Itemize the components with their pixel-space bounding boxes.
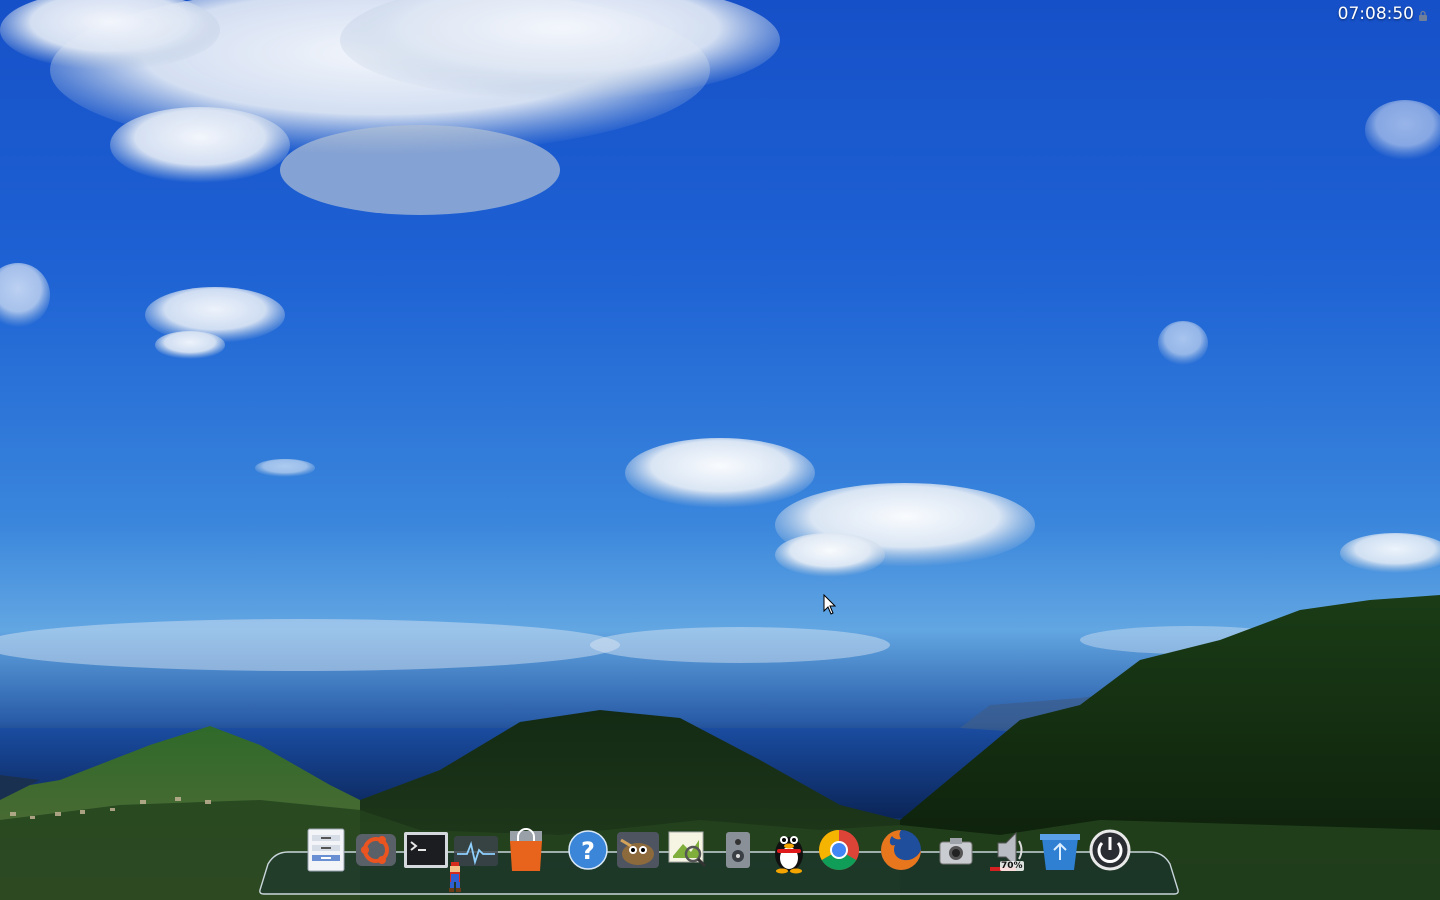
terminal-icon [404, 832, 448, 868]
chrome-icon [819, 830, 859, 870]
help-icon: ? [568, 830, 608, 870]
dock-ubuntu-software[interactable] [353, 826, 399, 874]
cloud-center [625, 438, 1035, 577]
desktop: 07:08:50 ? 70% [0, 0, 1440, 900]
speaker-box-icon [726, 832, 750, 868]
dock-screenshot[interactable] [933, 826, 979, 874]
mouse-cursor-icon [823, 594, 837, 615]
camera-icon [939, 838, 973, 865]
ubuntu-logo-icon [356, 834, 396, 866]
dock-image-viewer[interactable] [665, 826, 711, 874]
mario-sprite-icon [449, 862, 461, 892]
dock-trash[interactable] [1037, 826, 1083, 874]
wallpaper [0, 0, 1440, 900]
gimp-icon [617, 832, 659, 868]
dock-qq[interactable] [766, 826, 812, 874]
power-icon [1089, 829, 1131, 871]
dock-gimp[interactable] [615, 826, 661, 874]
shopping-bag-icon [510, 828, 542, 871]
cloud-large [0, 0, 780, 215]
dock-shutdown[interactable] [1087, 826, 1133, 874]
filing-cabinet-icon [307, 828, 345, 872]
firefox-icon [881, 830, 921, 870]
cloud-left [145, 287, 285, 359]
svg-text:?: ? [581, 837, 595, 865]
dock-terminal[interactable] [403, 826, 449, 874]
clock: 07:08:50 [1337, 4, 1414, 24]
recycle-bin-icon [1040, 834, 1080, 870]
dock-chrome[interactable] [816, 826, 862, 874]
image-viewer-icon [668, 831, 707, 868]
dock-media-player[interactable] [715, 826, 761, 874]
dock-help[interactable]: ? [565, 826, 611, 874]
volume-level-label: 70% [1000, 861, 1024, 871]
dock-firefox[interactable] [878, 826, 924, 874]
lock-icon[interactable] [1418, 10, 1428, 22]
dock-software-center[interactable] [503, 826, 549, 874]
dock-file-manager[interactable] [303, 826, 349, 874]
qq-penguin-icon [775, 836, 803, 874]
